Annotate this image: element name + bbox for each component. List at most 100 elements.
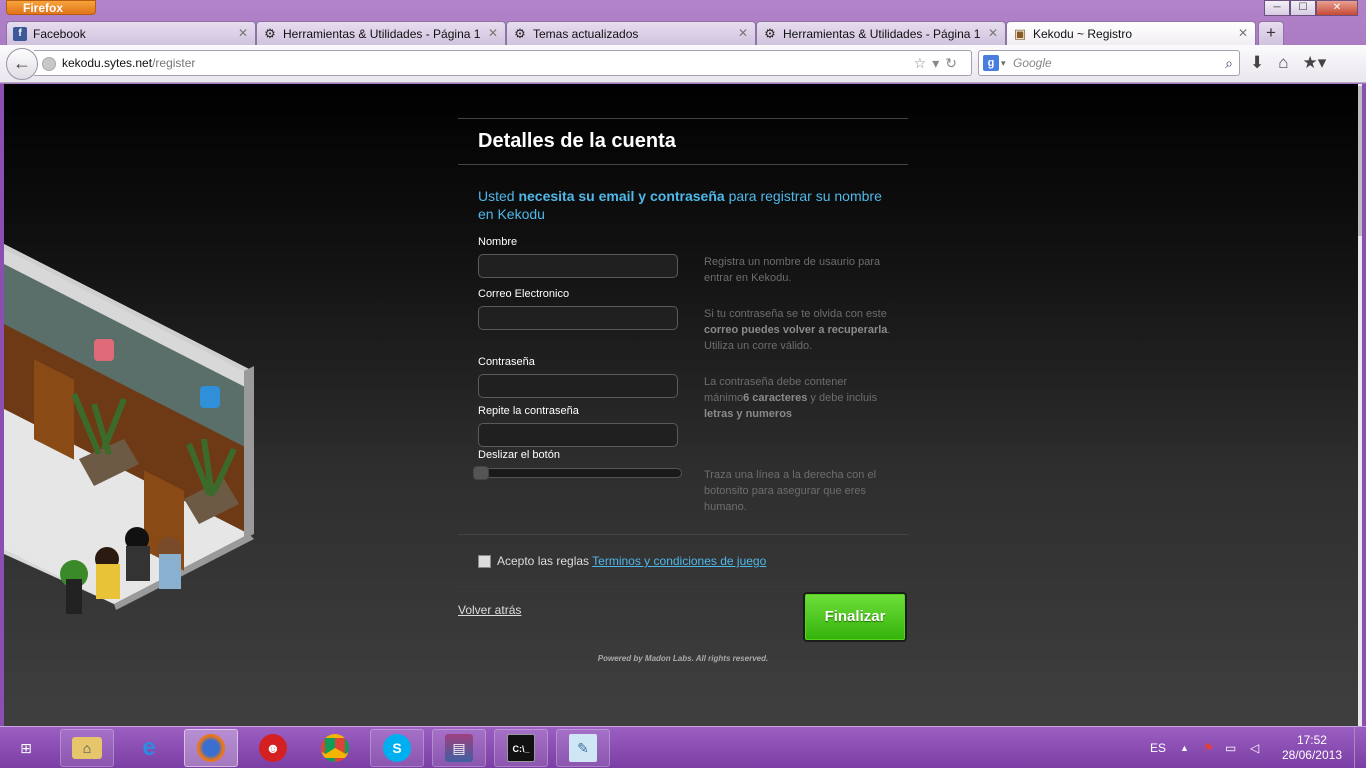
password-help-text-2: y debe incluis <box>807 392 878 404</box>
search-icon[interactable]: ⌕ <box>1225 51 1233 75</box>
navigation-bar: kekodu.sytes.net/register ☆▾↻ ← g ▾ Goog… <box>0 45 1366 83</box>
close-window-button[interactable]: ✕ <box>1316 0 1358 16</box>
close-tab-icon[interactable]: ✕ <box>1238 26 1248 40</box>
repeat-password-input[interactable] <box>478 423 678 447</box>
tab-herramientas-1[interactable]: ⚙ Herramientas & Utilidades - Página 1 ✕ <box>256 21 506 45</box>
intro-prefix: Usted <box>478 188 519 204</box>
show-desktop-button[interactable] <box>1354 727 1366 768</box>
red-app-icon: ☻ <box>259 734 287 762</box>
skype-icon: S <box>383 734 411 762</box>
window-controls: ─ ☐ ✕ <box>1264 0 1358 16</box>
back-link[interactable]: Volver atrás <box>458 603 521 617</box>
close-tab-icon[interactable]: ✕ <box>488 26 498 40</box>
terms-link[interactable]: Terminos y condiciones de juego <box>592 554 766 568</box>
taskbar-winrar[interactable]: ▤ <box>432 729 486 767</box>
google-icon[interactable]: g <box>983 55 999 71</box>
tab-facebook[interactable]: f Facebook ✕ <box>6 21 256 45</box>
search-placeholder: Google <box>1013 56 1052 70</box>
clock[interactable]: 17:52 28/06/2013 <box>1282 733 1342 763</box>
bookmark-star-icon[interactable]: ☆ <box>914 55 933 71</box>
close-tab-icon[interactable]: ✕ <box>988 26 998 40</box>
search-engine-dropdown-icon[interactable]: ▾ <box>1001 51 1006 75</box>
taskbar-cmd[interactable]: C:\_ <box>494 729 548 767</box>
slider-knob[interactable] <box>473 466 489 480</box>
new-tab-button[interactable]: + <box>1258 21 1284 45</box>
intro-bold: necesita su email y contraseña <box>518 188 725 204</box>
time: 17:52 <box>1296 733 1327 747</box>
volume-icon[interactable]: ◁ <box>1250 727 1259 768</box>
scrollbar-thumb[interactable] <box>1358 86 1362 236</box>
downloads-icon[interactable]: ⬇ <box>1250 53 1264 73</box>
url-bar[interactable]: kekodu.sytes.net/register ☆▾↻ <box>34 50 972 76</box>
tray-arrow-icon[interactable]: ▲ <box>1180 727 1189 768</box>
repeat-password-label: Repite la contraseña <box>478 405 579 417</box>
tab-temas[interactable]: ⚙ Temas actualizados ✕ <box>506 21 756 45</box>
maximize-button[interactable]: ☐ <box>1290 0 1316 16</box>
tab-label: Herramientas & Utilidades - Página 1 <box>783 26 981 41</box>
finish-button[interactable]: Finalizar <box>803 592 907 642</box>
tab-kekodu-registro[interactable]: ▣ Kekodu ~ Registro ✕ <box>1006 21 1256 45</box>
box-icon: ▣ <box>1013 25 1027 41</box>
date: 28/06/2013 <box>1281 748 1342 762</box>
tab-bar: f Facebook ✕ ⚙ Herramientas & Utilidades… <box>6 21 1284 45</box>
captcha-slider[interactable] <box>473 466 682 480</box>
slider-help: Traza una línea a la derecha con el boto… <box>704 469 877 513</box>
reload-icon[interactable]: ↻ <box>945 55 963 71</box>
gear-icon: ⚙ <box>264 25 276 41</box>
home-icon[interactable]: ⌂ <box>1278 53 1288 73</box>
taskbar-notepad[interactable]: ✎ <box>556 729 610 767</box>
taskbar-explorer[interactable]: ⌂ <box>60 729 114 767</box>
minimize-button[interactable]: ─ <box>1264 0 1290 16</box>
email-help-text: Si tu contraseña se te olvida con este <box>704 308 887 320</box>
taskbar: ⊞ ⌂ e ☻ S ▤ C:\_ ✎ ES ▲ ⚑ ▭ ◁ 17:52 28/0… <box>0 726 1366 768</box>
password-input[interactable] <box>478 374 678 398</box>
email-label: Correo Electronico <box>478 288 570 300</box>
taskbar-ie[interactable]: e <box>122 729 176 767</box>
firefox-icon <box>197 734 225 762</box>
accept-rules-text: Acepto las reglas Terminos y condiciones… <box>497 554 766 568</box>
url-domain: kekodu.sytes.net <box>62 56 153 70</box>
url-path: /register <box>152 56 196 70</box>
network-icon[interactable]: ▭ <box>1225 727 1236 768</box>
password-help-bold-2: letras y numeros <box>704 408 793 420</box>
accept-rules-label: Acepto las reglas <box>497 554 593 568</box>
internet-explorer-icon: e <box>142 734 156 761</box>
taskbar-firefox[interactable] <box>184 729 238 767</box>
taskbar-app-red[interactable]: ☻ <box>246 729 300 767</box>
nav-tools: ⬇ ⌂ ★▾ <box>1250 53 1326 73</box>
tab-label: Facebook <box>33 26 86 41</box>
scrollbar[interactable] <box>1358 84 1362 726</box>
accept-rules-checkbox[interactable] <box>478 555 491 568</box>
password-help: La contraseña debe contener mánimo6 cara… <box>704 374 894 422</box>
gear-icon: ⚙ <box>514 25 526 41</box>
firefox-menu-button[interactable]: Firefox <box>6 0 96 15</box>
name-input[interactable] <box>478 254 678 278</box>
taskbar-chrome[interactable] <box>308 729 362 767</box>
dropdown-icon[interactable]: ▾ <box>932 55 945 71</box>
start-button[interactable]: ⊞ <box>6 731 46 765</box>
password-label: Contraseña <box>478 356 535 368</box>
divider <box>458 586 908 587</box>
close-tab-icon[interactable]: ✕ <box>238 26 248 40</box>
taskbar-skype[interactable]: S <box>370 729 424 767</box>
tab-herramientas-2[interactable]: ⚙ Herramientas & Utilidades - Página 1 ✕ <box>756 21 1006 45</box>
bookmarks-icon[interactable]: ★▾ <box>1303 53 1327 73</box>
intro-text: Usted necesita su email y contraseña par… <box>458 165 908 223</box>
search-bar[interactable]: g ▾ Google ⌕ <box>978 50 1240 76</box>
close-tab-icon[interactable]: ✕ <box>738 26 748 40</box>
url-bar-icons: ☆▾↻ <box>914 51 963 75</box>
email-input[interactable] <box>478 306 678 330</box>
tab-label: Herramientas & Utilidades - Página 1 <box>283 26 481 41</box>
facebook-icon: f <box>13 26 27 41</box>
email-help: Si tu contraseña se te olvida con este c… <box>704 306 894 354</box>
back-button[interactable]: ← <box>6 48 38 80</box>
language-indicator[interactable]: ES <box>1150 727 1166 768</box>
command-prompt-icon: C:\_ <box>507 734 535 762</box>
tab-label: Temas actualizados <box>533 26 639 41</box>
chrome-icon <box>321 734 349 762</box>
folder-icon: ⌂ <box>72 737 102 759</box>
flag-icon[interactable]: ⚑ <box>1203 727 1214 768</box>
divider <box>458 534 908 535</box>
footer-text: Powered by Madon Labs. All rights reserv… <box>597 654 769 663</box>
page-content: Detalles de la cuenta Usted necesita su … <box>4 84 1362 726</box>
